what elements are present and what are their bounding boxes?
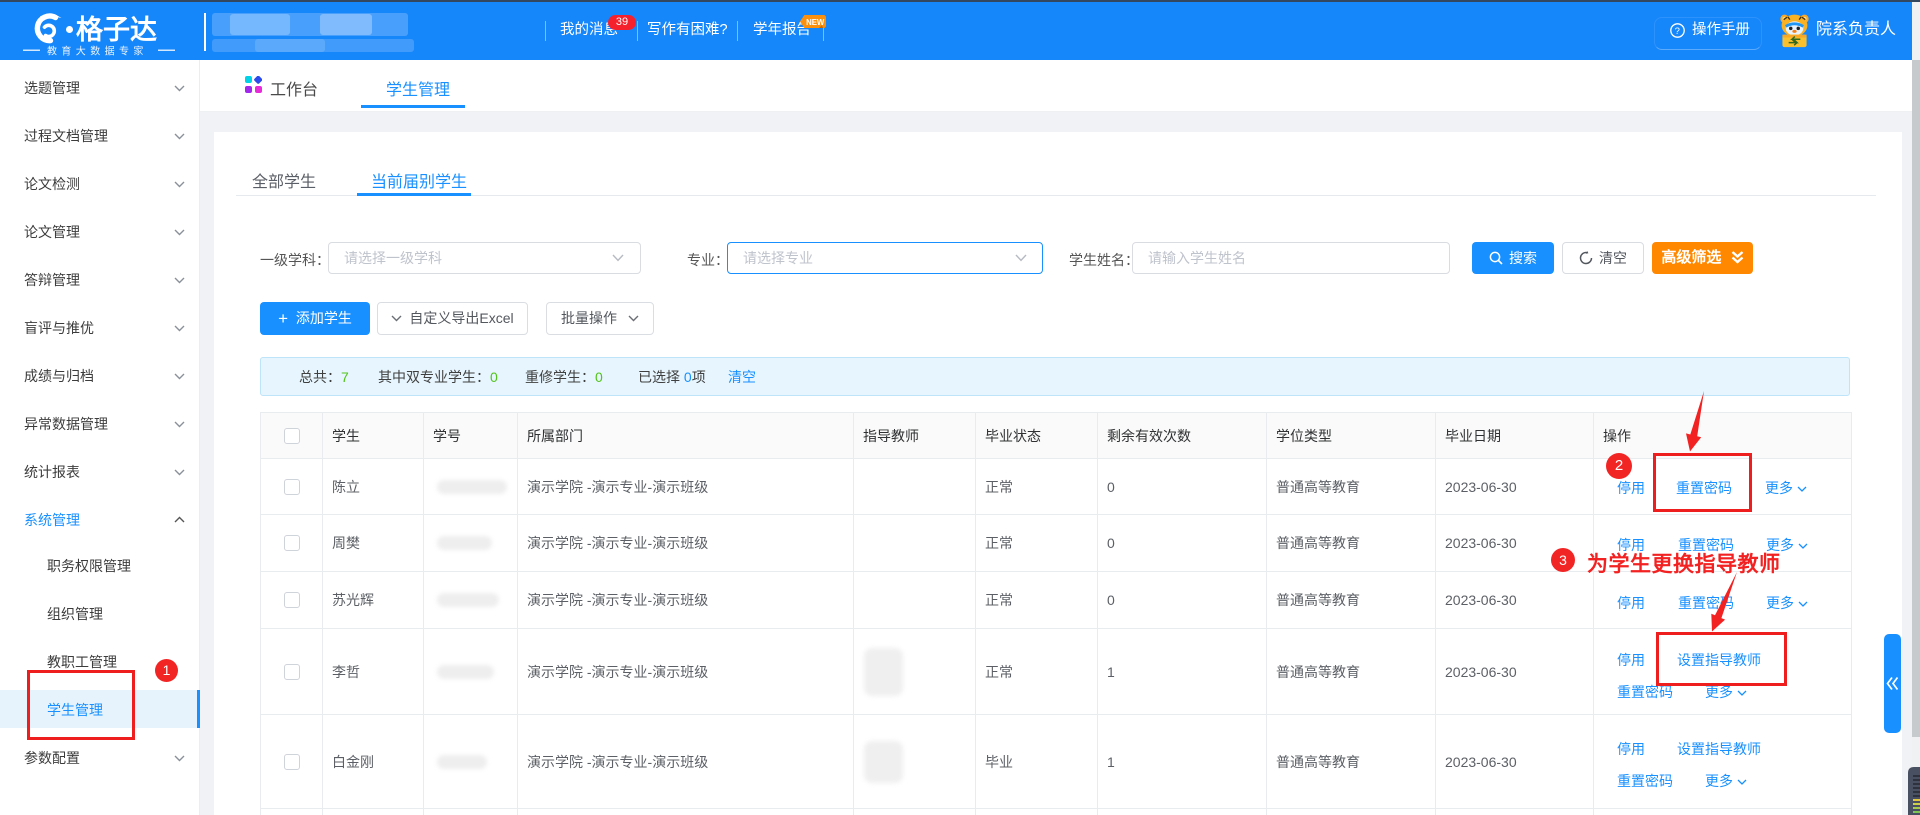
svg-text:NEW: NEW <box>806 18 825 27</box>
svg-text:格子达: 格子达 <box>76 15 157 45</box>
svg-text:教育大数据专家: 教育大数据专家 <box>47 45 148 58</box>
